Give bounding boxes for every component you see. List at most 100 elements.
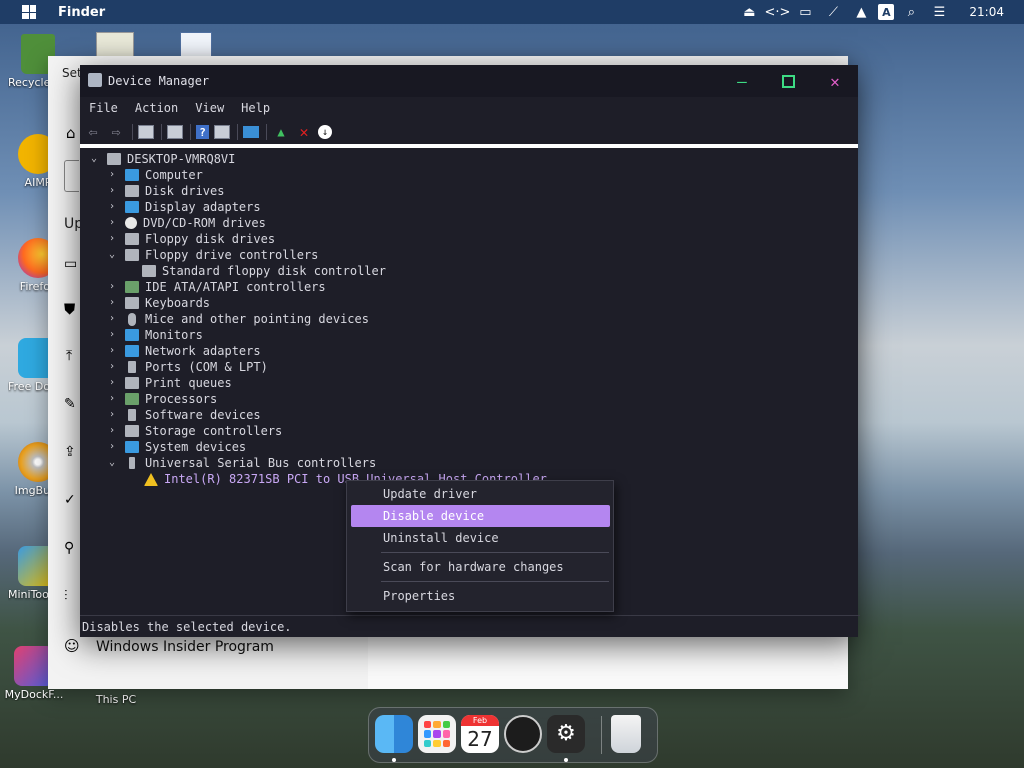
windows-logo-icon[interactable] (22, 5, 36, 19)
scan-hardware-icon[interactable] (243, 126, 259, 138)
context-item-properties[interactable]: Properties (351, 585, 610, 607)
chevron-right-icon[interactable]: › (106, 167, 118, 183)
check-circle-icon[interactable]: ✓ (64, 492, 76, 508)
settings-icon[interactable]: ⚙ (547, 715, 585, 753)
network-adapter-icon (125, 345, 139, 357)
chevron-right-icon[interactable]: › (106, 391, 118, 407)
forward-arrow-icon[interactable]: ⇨ (107, 123, 125, 141)
chevron-right-icon[interactable]: › (106, 231, 118, 247)
tree-item-keyboards[interactable]: › Keyboards (106, 295, 210, 311)
chevron-down-icon[interactable]: ⌄ (106, 455, 118, 471)
back-arrow-icon[interactable]: ⇦ (84, 123, 102, 141)
chevron-right-icon[interactable]: › (106, 183, 118, 199)
tree-item-mice[interactable]: › Mice and other pointing devices (106, 311, 369, 327)
help-icon[interactable]: ? (196, 125, 209, 139)
chevron-right-icon[interactable]: › (106, 215, 118, 231)
eject-icon[interactable]: ⏏ (738, 3, 760, 21)
chevron-right-icon[interactable]: › (106, 343, 118, 359)
computer-icon (107, 153, 121, 165)
finder-icon[interactable] (375, 715, 413, 753)
tree-item-floppy-drive-controllers[interactable]: ⌄ Floppy drive controllers (106, 247, 318, 263)
search-icon[interactable]: ⌕ (900, 3, 922, 21)
upload-icon[interactable]: ⤒ (66, 348, 72, 364)
launchpad-icon[interactable] (418, 715, 456, 753)
chevron-right-icon[interactable]: › (106, 311, 118, 327)
code-icon[interactable]: <·> (764, 3, 790, 21)
tree-item-ide-ata-atapi[interactable]: › IDE ATA/ATAPI controllers (106, 279, 326, 295)
menu-file[interactable]: File (89, 101, 118, 115)
chevron-right-icon[interactable]: › (106, 279, 118, 295)
floppy-drive-icon (125, 233, 139, 245)
tree-item-dvd-cd-rom[interactable]: › DVD/CD-ROM drives (106, 215, 266, 231)
update-driver-icon[interactable]: ▲ (272, 124, 290, 140)
person-icon[interactable]: ⚲ (64, 540, 74, 556)
active-app-name[interactable]: Finder (58, 5, 105, 20)
maximize-button[interactable] (778, 71, 798, 91)
tree-item-network-adapters[interactable]: › Network adapters (106, 343, 261, 359)
up-arrow-icon[interactable]: ▲ (850, 3, 872, 21)
device-manager-titlebar[interactable]: Device Manager — ✕ (80, 65, 858, 97)
desktop-icon-this-pc[interactable]: This PC (86, 693, 146, 706)
show-hide-tree-icon[interactable] (138, 125, 154, 139)
tree-item-storage-controllers[interactable]: › Storage controllers (106, 423, 282, 439)
wrench-icon[interactable]: ✎ (64, 396, 76, 412)
clock-icon[interactable] (504, 715, 542, 753)
chevron-right-icon[interactable]: › (106, 199, 118, 215)
uninstall-device-icon[interactable]: ✕ (295, 123, 313, 141)
printer-icon (125, 377, 139, 389)
backup-icon[interactable]: ⇪ (64, 444, 76, 460)
chevron-down-icon[interactable]: ⌄ (106, 247, 118, 263)
close-button[interactable]: ✕ (825, 71, 845, 91)
monitor-icon[interactable]: ▭ (794, 3, 816, 21)
minimize-button[interactable]: — (732, 71, 752, 91)
chevron-down-icon[interactable]: ⌄ (88, 151, 100, 167)
context-item-update-driver[interactable]: Update driver (351, 483, 610, 505)
menu-action[interactable]: Action (135, 101, 178, 115)
tree-item-floppy-disk-drives[interactable]: › Floppy disk drives (106, 231, 275, 247)
tree-item-usb-controllers[interactable]: ⌄ Universal Serial Bus controllers (106, 455, 376, 471)
tree-root[interactable]: ⌄ DESKTOP-VMRQ8VI (88, 151, 235, 167)
action-pane-icon[interactable] (214, 125, 230, 139)
tree-item-standard-floppy-controller[interactable]: Standard floppy disk controller (142, 263, 386, 279)
tree-item-monitors[interactable]: › Monitors (106, 327, 203, 343)
chevron-right-icon[interactable]: › (106, 439, 118, 455)
ide-controller-icon (125, 281, 139, 293)
trash-icon[interactable] (611, 715, 641, 753)
device-manager-app-icon (88, 73, 102, 87)
chevron-right-icon[interactable]: › (106, 423, 118, 439)
windows-insider-program-item[interactable]: Windows Insider Program (96, 639, 274, 655)
sliders-icon[interactable]: ⫶ (64, 588, 68, 604)
disable-device-icon[interactable]: ↓ (318, 125, 332, 139)
insider-cat-icon[interactable]: ☺ (64, 637, 80, 655)
status-bar: Disables the selected device. (80, 615, 860, 638)
tree-item-system-devices[interactable]: › System devices (106, 439, 246, 455)
tree-item-computer[interactable]: › Computer (106, 167, 203, 183)
calendar-icon[interactable]: Feb 27 (461, 715, 499, 753)
toggle-icon[interactable]: ☰ (928, 3, 950, 21)
laptop-icon[interactable]: ▭ (64, 256, 77, 272)
context-item-disable-device[interactable]: Disable device (351, 505, 610, 527)
home-icon[interactable]: ⌂ (66, 124, 76, 142)
chevron-right-icon[interactable]: › (106, 407, 118, 423)
menu-help[interactable]: Help (241, 101, 270, 115)
context-item-scan-hardware[interactable]: Scan for hardware changes (351, 556, 610, 578)
network-off-icon[interactable]: ⟋ (822, 3, 844, 21)
properties-icon[interactable] (167, 125, 183, 139)
shield-icon[interactable]: ⛊ (64, 300, 75, 318)
search-field-edge[interactable] (64, 160, 79, 192)
tree-item-display-adapters[interactable]: › Display adapters (106, 199, 261, 215)
clock[interactable]: 21:04 (969, 5, 1004, 19)
toolbar-separator (161, 124, 162, 140)
chevron-right-icon[interactable]: › (106, 295, 118, 311)
tree-item-software-devices[interactable]: › Software devices (106, 407, 261, 423)
chevron-right-icon[interactable]: › (106, 359, 118, 375)
context-item-uninstall-device[interactable]: Uninstall device (351, 527, 610, 549)
letter-a-icon[interactable]: A (878, 4, 895, 20)
tree-item-ports[interactable]: › Ports (COM & LPT) (106, 359, 268, 375)
chevron-right-icon[interactable]: › (106, 327, 118, 343)
tree-item-disk-drives[interactable]: › Disk drives (106, 183, 225, 199)
tree-item-processors[interactable]: › Processors (106, 391, 217, 407)
menu-view[interactable]: View (195, 101, 224, 115)
chevron-right-icon[interactable]: › (106, 375, 118, 391)
tree-item-print-queues[interactable]: › Print queues (106, 375, 232, 391)
